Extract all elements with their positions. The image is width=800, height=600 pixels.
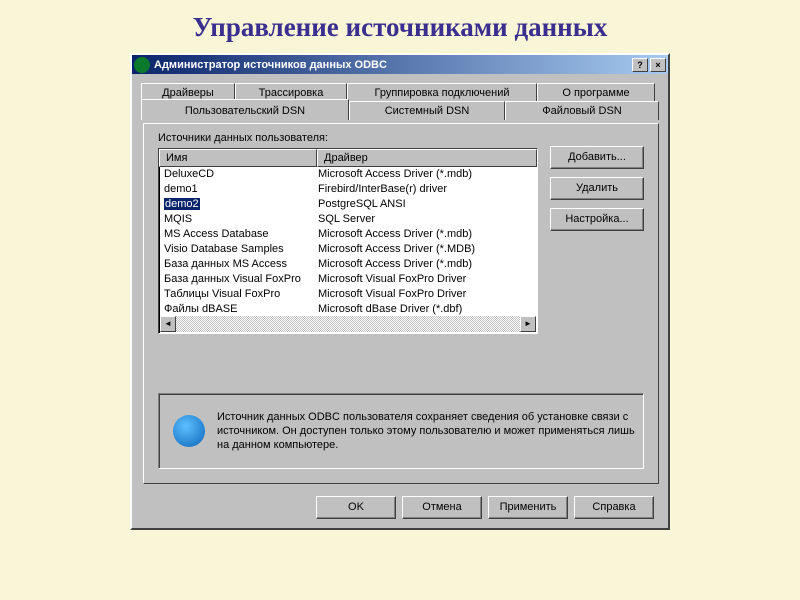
table-row[interactable]: Таблицы Visual FoxPro Microsoft Visual Fo…: [160, 287, 536, 302]
odbc-admin-window: Администратор источников данных ODBC ? ×…: [130, 53, 670, 530]
table-row[interactable]: MS Access Database Microsoft Access Drive…: [160, 227, 536, 242]
remove-button[interactable]: Удалить: [550, 177, 644, 200]
table-row[interactable]: База данных MS Access Microsoft Access Dr…: [160, 257, 536, 272]
scroll-right-icon[interactable]: ►: [520, 316, 536, 332]
table-row[interactable]: MQIS SQL Server: [160, 212, 536, 227]
dsn-driver: Microsoft Visual FoxPro Driver: [316, 287, 536, 302]
dsn-name: demo1: [164, 183, 198, 195]
dsn-driver: Microsoft Access Driver (*.mdb): [316, 167, 536, 182]
dsn-driver: Microsoft dBase Driver (*.dbf): [316, 302, 536, 316]
table-row[interactable]: DeluxeCD Microsoft Access Driver (*.mdb): [160, 167, 536, 182]
tab-file-dsn[interactable]: Файловый DSN: [505, 101, 659, 120]
window-title: Администратор источников данных ODBC: [154, 59, 630, 71]
close-button[interactable]: ×: [650, 58, 666, 72]
table-row[interactable]: Visio Database Samples Microsoft Access D…: [160, 242, 536, 257]
dsn-listbox[interactable]: Имя Драйвер DeluxeCD Microsoft Access Dri…: [158, 148, 538, 334]
dsn-driver: Microsoft Access Driver (*.MDB): [316, 242, 536, 257]
horizontal-scrollbar[interactable]: ◄ ►: [160, 316, 536, 332]
tab-system-dsn[interactable]: Системный DSN: [349, 101, 505, 120]
col-name[interactable]: Имя: [159, 149, 317, 167]
apply-button[interactable]: Применить: [488, 496, 568, 519]
dsn-name: DeluxeCD: [164, 168, 214, 180]
table-row[interactable]: Файлы dBASE Microsoft dBase Driver (*.dbf…: [160, 302, 536, 316]
dsn-driver: Firebird/InterBase(r) driver: [316, 182, 536, 197]
help-button[interactable]: ?: [632, 58, 648, 72]
tab-row-front: Пользовательский DSN Системный DSN Файло…: [141, 101, 659, 120]
add-button[interactable]: Добавить...: [550, 146, 644, 169]
slide-title: Управление источниками данных: [0, 0, 800, 45]
dialog-buttons: OK Отмена Применить Справка: [132, 496, 668, 519]
col-driver[interactable]: Драйвер: [317, 149, 537, 167]
dsn-name: Visio Database Samples: [164, 243, 284, 255]
tab-about[interactable]: О программе: [537, 83, 655, 102]
tab-user-dsn[interactable]: Пользовательский DSN: [141, 99, 349, 120]
info-text: Источник данных ODBC пользователя сохран…: [217, 410, 635, 452]
ok-button[interactable]: OK: [316, 496, 396, 519]
dsn-name: demo2: [164, 198, 200, 210]
dsn-driver: PostgreSQL ANSI: [316, 197, 536, 212]
tab-control: Драйверы Трассировка Группировка подключ…: [141, 83, 659, 484]
dsn-name: Таблицы Visual FoxPro: [164, 288, 280, 300]
table-row[interactable]: demo1 Firebird/InterBase(r) driver: [160, 182, 536, 197]
table-row[interactable]: База данных Visual FoxPro Microsoft Visua…: [160, 272, 536, 287]
help-button[interactable]: Справка: [574, 496, 654, 519]
dsn-driver: Microsoft Access Driver (*.mdb): [316, 257, 536, 272]
tab-pooling[interactable]: Группировка подключений: [347, 83, 537, 102]
globe-icon: [173, 415, 205, 447]
app-icon: [134, 57, 150, 73]
dsn-name: Файлы dBASE: [164, 303, 237, 315]
dsn-name: База данных Visual FoxPro: [164, 273, 301, 285]
titlebar[interactable]: Администратор источников данных ODBC ? ×: [132, 55, 668, 74]
table-row[interactable]: demo2 PostgreSQL ANSI: [160, 197, 536, 212]
dsn-driver: SQL Server: [316, 212, 536, 227]
list-header: Имя Драйвер: [159, 149, 537, 167]
side-buttons: Добавить... Удалить Настройка...: [550, 146, 644, 231]
dsn-name: База данных MS Access: [164, 258, 287, 270]
cancel-button[interactable]: Отмена: [402, 496, 482, 519]
configure-button[interactable]: Настройка...: [550, 208, 644, 231]
dsn-driver: Microsoft Access Driver (*.mdb): [316, 227, 536, 242]
user-dsn-panel: Источники данных пользователя: Имя Драйв…: [143, 123, 659, 484]
dsn-name: MQIS: [164, 213, 192, 225]
info-box: Источник данных ODBC пользователя сохран…: [158, 393, 644, 469]
dsn-driver: Microsoft Visual FoxPro Driver: [316, 272, 536, 287]
dsn-list-label: Источники данных пользователя:: [158, 132, 328, 144]
scroll-left-icon[interactable]: ◄: [160, 316, 176, 332]
scroll-track[interactable]: [176, 316, 520, 332]
dsn-name: MS Access Database: [164, 228, 269, 240]
